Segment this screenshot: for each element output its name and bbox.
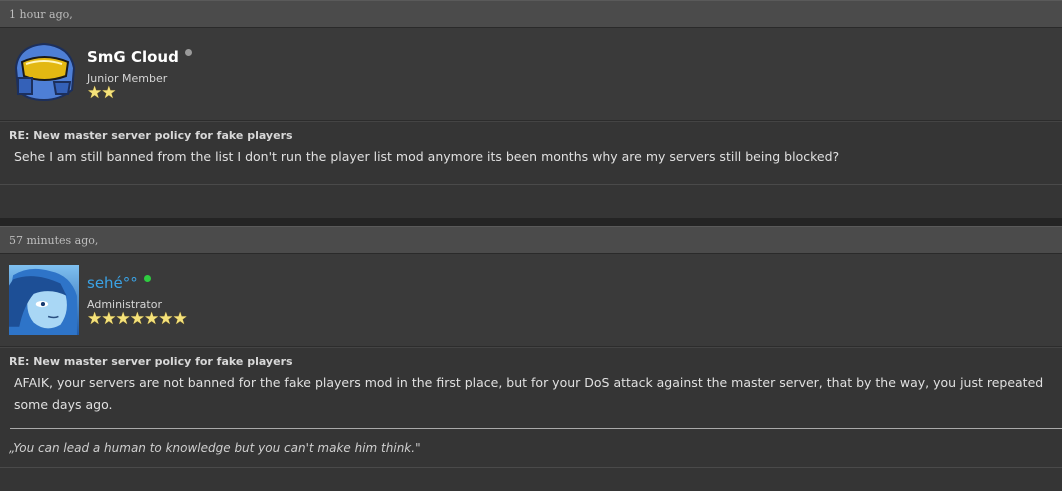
post-timestamp: 57 minutes ago, bbox=[0, 226, 1062, 254]
rank-stars-icon: ★★ bbox=[87, 83, 117, 103]
post-author-block: sehé°° Administrator ★★★★★★★ bbox=[0, 254, 1062, 347]
post-signature: „You can lead a human to knowledge but y… bbox=[9, 441, 421, 455]
post-body: Sehe I am still banned from the list I d… bbox=[14, 149, 840, 164]
post-subject: RE: New master server policy for fake pl… bbox=[0, 347, 1062, 372]
post-1: 1 hour ago, SmG Cloud Junior Member ★★ R… bbox=[0, 0, 1062, 185]
post-separator bbox=[0, 184, 1062, 185]
post-2: 57 minutes ago, sehé°° Administrator ★★★… bbox=[0, 226, 1062, 468]
rank-stars-icon: ★★★★★★★ bbox=[87, 309, 188, 329]
username[interactable]: SmG Cloud bbox=[87, 48, 192, 66]
username-text[interactable]: sehé°° bbox=[87, 274, 138, 292]
halo-helmet-avatar-icon[interactable] bbox=[10, 38, 78, 106]
post-separator bbox=[0, 467, 1062, 468]
post-subject: RE: New master server policy for fake pl… bbox=[0, 121, 1062, 146]
post-timestamp: 1 hour ago, bbox=[0, 0, 1062, 28]
username-text[interactable]: SmG Cloud bbox=[87, 48, 179, 66]
offline-status-icon bbox=[184, 49, 192, 56]
post-author-block: SmG Cloud Junior Member ★★ bbox=[0, 28, 1062, 121]
anime-portrait-avatar-icon[interactable] bbox=[9, 265, 79, 335]
online-status-icon bbox=[143, 275, 151, 282]
post-body: AFAIK, your servers are not banned for t… bbox=[14, 375, 1044, 412]
username[interactable]: sehé°° bbox=[87, 274, 151, 292]
post-divider bbox=[0, 218, 1062, 226]
